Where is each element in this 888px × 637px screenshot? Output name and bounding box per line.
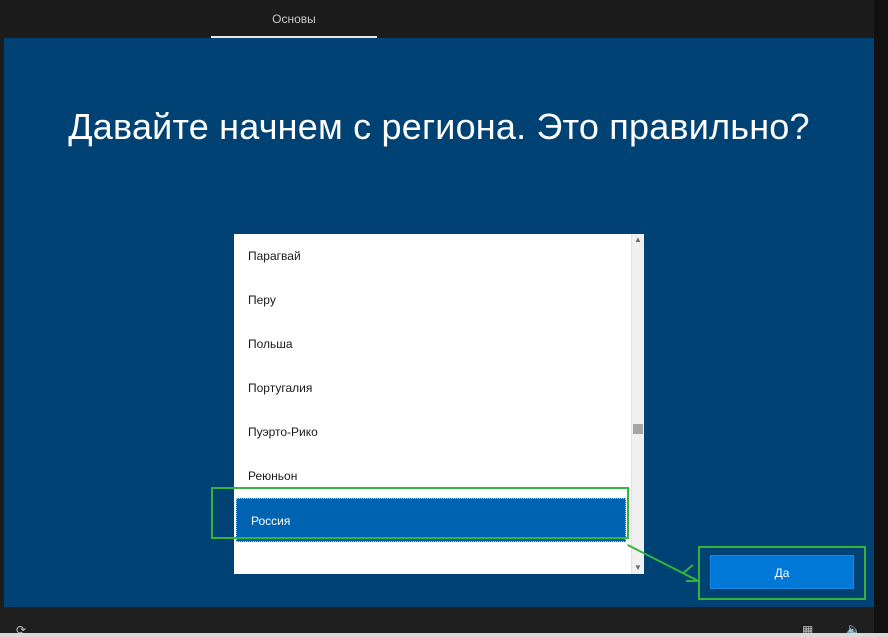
list-item-peru[interactable]: Перу	[234, 278, 628, 322]
bottom-strip	[0, 633, 888, 637]
list-item-paraguay[interactable]: Парагвай	[234, 234, 628, 278]
annotation-arrowhead-lower	[686, 580, 698, 582]
window-edge	[874, 0, 888, 637]
list-item-poland[interactable]: Польша	[234, 322, 628, 366]
list-item-portugal[interactable]: Португалия	[234, 366, 628, 410]
chevron-up-icon[interactable]: ▲	[632, 234, 644, 246]
page-title: Давайте начнем с региона. Это правильно?	[68, 106, 810, 147]
selection-highlight-annotation	[211, 487, 629, 539]
button-highlight-annotation	[698, 546, 866, 600]
list-scrollbar[interactable]: ▲ ▼	[631, 234, 644, 574]
tab-basics[interactable]: Основы	[211, 0, 377, 38]
list-item-puerto-rico[interactable]: Пуэрто-Рико	[234, 410, 628, 454]
top-bar: Основы	[0, 0, 888, 38]
chevron-down-icon[interactable]: ▼	[632, 562, 644, 574]
scroll-thumb[interactable]	[633, 424, 643, 434]
